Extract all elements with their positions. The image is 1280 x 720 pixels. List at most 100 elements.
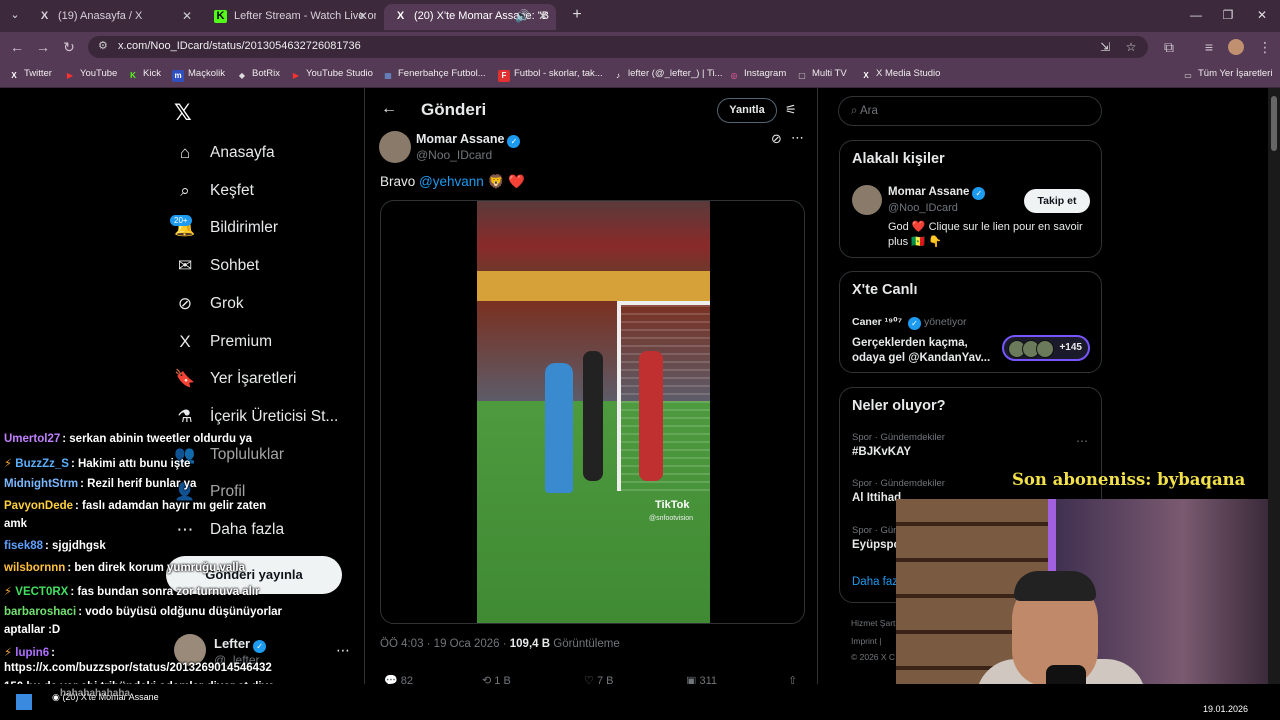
bookmark-xmediastudio[interactable]: X X Media Studio (860, 68, 940, 82)
crowd (477, 201, 710, 276)
back-icon[interactable]: ← (8, 38, 26, 56)
media-icon[interactable]: ≡ (1200, 38, 1218, 56)
chat-message: ⚡ BuzzZz_S: Hakimi attı bunu işte (4, 456, 190, 470)
bookmark-multitv[interactable]: ▢ Multi TV (796, 68, 846, 82)
host-name: Caner ¹⁹⁰⁷ (852, 316, 903, 328)
trend-context: Spor · Gündemdekiler (852, 478, 945, 489)
bookmark-mackolik[interactable]: m Maçkolik (172, 68, 225, 82)
nav-messages[interactable]: ✉ Sohbet (174, 251, 259, 281)
close-icon[interactable]: ✕ (538, 4, 548, 28)
scrollbar[interactable] (1268, 88, 1280, 720)
bookmark-twitter[interactable]: X Twitter (8, 68, 52, 82)
follow-button[interactable]: Takip et (1024, 189, 1090, 213)
nav-home[interactable]: ⌂ Anasayfa (174, 138, 275, 168)
extensions-icon[interactable]: ⧉ (1160, 38, 1178, 56)
video-player[interactable]: TikTok @snfootvision (380, 200, 805, 624)
tab-kick-stream[interactable]: K Lefter Stream - Watch Live on K ✕ (204, 4, 376, 30)
speaker-icon[interactable]: 🔊 (515, 4, 530, 28)
tab-momar-assane[interactable]: X (20) X'te Momar Assane: "B 🔊 ✕ (384, 4, 556, 30)
verified-icon: ✓ (972, 187, 986, 200)
grok-icon[interactable]: ⊘ (771, 131, 782, 147)
more-icon[interactable]: ⋯ (336, 642, 350, 659)
video-frame[interactable]: TikTok @snfootvision (477, 201, 710, 623)
menu-icon[interactable]: ⋮ (1256, 38, 1274, 56)
omnibox[interactable]: ⚙ x.com/Noo_IDcard/status/20130546327260… (88, 36, 1148, 58)
listener-count: +145 (1059, 342, 1082, 353)
chat-text: aptallar :D (4, 624, 61, 636)
avatar[interactable] (852, 185, 882, 215)
fenerbahce-icon: ▦ (384, 71, 392, 80)
star-icon[interactable]: ☆ (1124, 40, 1138, 54)
search-input[interactable]: ⌕ Ara (838, 96, 1102, 126)
chat-message: ⚡ lupin6: (4, 645, 55, 659)
new-tab-button[interactable]: + (568, 6, 586, 24)
mention-link[interactable]: @yehvann (419, 174, 484, 189)
author-name[interactable]: Momar Assane ✓ (416, 132, 521, 148)
bookmark-futbol[interactable]: F Futbol - skorlar, tak... (498, 68, 603, 82)
trend-topic[interactable]: Eyüpspo (852, 539, 901, 551)
person-handle[interactable]: @Noo_IDcard (888, 202, 958, 214)
reply-button[interactable]: Yanıtla (717, 98, 777, 123)
cast-icon[interactable]: ⇲ (1098, 40, 1112, 54)
footer-link[interactable]: Hizmet Şart (851, 618, 895, 628)
minimize-button[interactable]: — (1186, 6, 1206, 24)
sliders-icon[interactable]: ⚟ (785, 102, 797, 118)
search-icon: ⌕ (851, 105, 858, 117)
live-listeners[interactable]: +145 (1002, 335, 1090, 361)
bookmark-all[interactable]: ▭ Tüm Yer İşaretleri (1182, 68, 1272, 82)
trend-context: Spor · Gün (852, 525, 899, 536)
site-info-icon[interactable]: ⚙ (98, 39, 108, 52)
more-icon[interactable]: ⋯ (791, 130, 804, 146)
trend-topic[interactable]: Al Ittihad (852, 492, 901, 504)
tweet-body: Bravo (380, 174, 420, 189)
nav-label: Premium (210, 333, 273, 350)
close-window-button[interactable]: ✕ (1252, 6, 1272, 24)
maximize-button[interactable]: ❐ (1218, 6, 1238, 24)
close-icon[interactable]: ✕ (358, 4, 368, 28)
tweet-time[interactable]: ÖÖ 4:03 · 19 Oca 2026 · (380, 638, 510, 650)
author-avatar[interactable] (379, 131, 411, 163)
footer-link[interactable]: Imprint | (851, 636, 882, 646)
bookmark-kick[interactable]: K Kick (127, 68, 161, 82)
tab-search-icon[interactable]: ⌄ (6, 6, 24, 24)
nav-explore[interactable]: ⌕ Keşfet (174, 176, 254, 206)
forward-icon[interactable]: → (34, 38, 52, 56)
bookmark-instagram[interactable]: ◎ Instagram (728, 68, 787, 82)
nav-bookmarks[interactable]: 🔖 Yer İşaretleri (174, 364, 296, 394)
more-icon[interactable]: ⋯ (1076, 434, 1088, 448)
bookmark-fenerbahce[interactable]: ▦ Fenerbahçe Futbol... (382, 68, 485, 82)
bookmark-youtube[interactable]: ▶ YouTube (64, 68, 117, 82)
live-card[interactable]: X'te Canlı Caner ¹⁹⁰⁷ ✓ yönetiyor Gerçek… (839, 271, 1102, 373)
card-title: Neler oluyor? (852, 398, 946, 414)
windows-start-icon[interactable] (16, 694, 32, 710)
kick-icon: K (130, 71, 136, 80)
scrollbar-thumb[interactable] (1271, 96, 1277, 151)
person-name[interactable]: Momar Assane ✓ (888, 186, 986, 200)
post-column: ← Gönderi Yanıtla ⚟ Momar Assane ✓ @Noo_I… (364, 88, 818, 720)
author-handle[interactable]: @Noo_IDcard (416, 148, 492, 162)
taskbar: ◉ (20) X'te Momar Assane hahahahahaha 19… (0, 684, 1280, 720)
reload-icon[interactable]: ↻ (60, 38, 78, 56)
home-icon: ⌂ (179, 143, 191, 162)
bookmark-tiktok[interactable]: ♪ lefter (@_lefter_) | Ti... (612, 68, 722, 82)
x-logo[interactable]: 𝕏 (174, 100, 192, 126)
trend-topic[interactable]: #BJKvKAY (852, 446, 911, 458)
tab-anasayfa[interactable]: X (19) Anasayfa / X ✕ (28, 4, 200, 30)
nav-creator-studio[interactable]: ⚗ İçerik Üreticisi St... (174, 402, 338, 432)
bookmark-label: YouTube Studio (306, 68, 373, 79)
bookmark-youtube-studio[interactable]: ▶ YouTube Studio (290, 68, 373, 82)
goal-net (617, 301, 710, 491)
show-more-link[interactable]: Daha faz (852, 576, 898, 588)
chat-user: PavyonDede (4, 500, 74, 512)
bookmark-label: Futbol - skorlar, tak... (514, 68, 603, 79)
nav-premium[interactable]: X Premium (174, 327, 272, 357)
bookmark-label: Maçkolik (188, 68, 225, 79)
bookmark-botrix[interactable]: ◆ BotRix (236, 68, 280, 82)
host-suffix: yönetiyor (923, 316, 967, 328)
profile-avatar[interactable] (1228, 39, 1244, 55)
bookmark-label: Instagram (744, 68, 787, 79)
close-icon[interactable]: ✕ (182, 4, 192, 28)
nav-grok[interactable]: ⊘ Grok (174, 289, 244, 319)
tab-label: (19) Anasayfa / X (58, 10, 143, 22)
back-arrow-icon[interactable]: ← (381, 100, 397, 118)
